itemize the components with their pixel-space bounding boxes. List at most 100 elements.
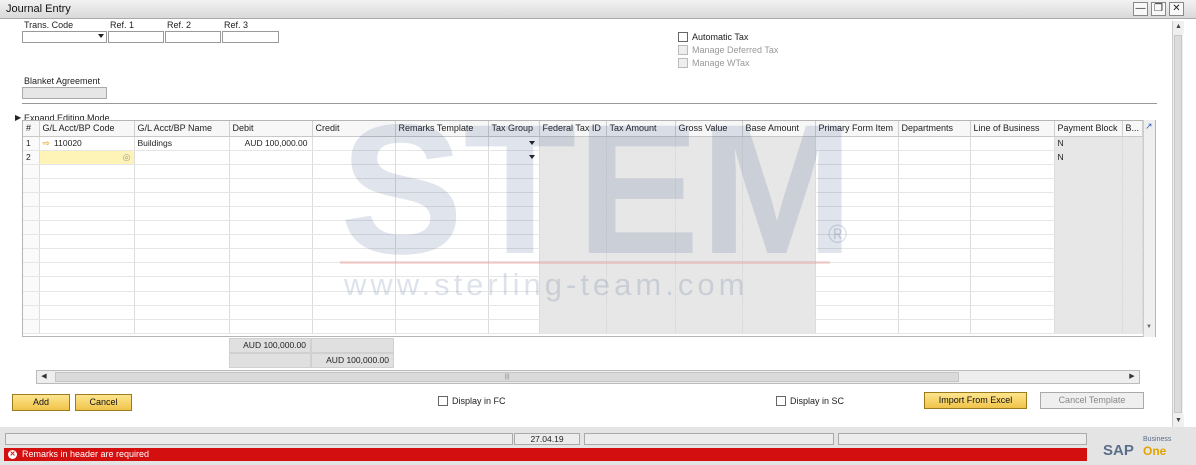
remarks-template-cell[interactable] — [395, 136, 489, 151]
gross-value-cell — [675, 136, 743, 151]
departments-cell[interactable] — [898, 136, 971, 151]
empty-cell — [23, 178, 40, 193]
link-arrow-icon[interactable]: ⇨ — [43, 138, 51, 148]
column-header[interactable]: Primary Form Item — [815, 121, 899, 137]
column-header[interactable]: Base Amount — [742, 121, 816, 137]
primary-form-item-cell[interactable] — [815, 150, 899, 165]
display-in-fc-checkbox[interactable] — [438, 396, 448, 406]
trans-code-dropdown[interactable] — [22, 31, 107, 43]
gl-name-cell[interactable]: Buildings — [134, 136, 230, 151]
blanket-agreement-field[interactable] — [22, 87, 107, 99]
empty-cell — [39, 220, 135, 236]
empty-cell — [815, 164, 899, 179]
expand-grid-icon[interactable]: ↗ — [1145, 121, 1154, 133]
gl-name-cell[interactable] — [134, 150, 230, 165]
empty-cell — [898, 319, 971, 334]
line-of-business-cell[interactable] — [970, 150, 1055, 165]
column-header[interactable]: # — [23, 121, 40, 137]
close-icon[interactable]: ✕ — [1169, 2, 1184, 16]
empty-cell — [395, 192, 489, 207]
column-header[interactable]: Tax Amount — [606, 121, 676, 137]
scrollbar-thumb[interactable]: ||| — [55, 372, 959, 382]
empty-cell — [970, 291, 1055, 306]
ref3-input[interactable] — [222, 31, 279, 43]
scroll-up-icon[interactable]: ▲ — [1173, 21, 1184, 33]
blanket-agreement-label: Blanket Agreement — [24, 76, 101, 86]
status-field — [584, 433, 834, 445]
b-cell — [1122, 150, 1143, 165]
column-header[interactable]: Federal Tax ID — [539, 121, 607, 137]
empty-cell — [134, 234, 230, 250]
empty-cell — [1054, 164, 1123, 179]
empty-cell — [898, 262, 971, 278]
debit-cell[interactable] — [229, 150, 313, 165]
departments-cell[interactable] — [898, 150, 971, 165]
display-in-sc-checkbox[interactable] — [776, 396, 786, 406]
column-header[interactable]: B... — [1122, 121, 1143, 137]
remarks-template-cell[interactable] — [395, 150, 489, 165]
column-header[interactable]: Departments — [898, 121, 971, 137]
payment-block-cell[interactable]: N — [1054, 136, 1123, 151]
gl-code-cell[interactable]: ⇨ 110020 — [39, 136, 135, 151]
table-row[interactable]: 1 ⇨ 110020 Buildings AUD 100,000.00 N — [23, 136, 1143, 151]
minimize-icon[interactable]: — — [1133, 2, 1148, 16]
empty-cell — [815, 262, 899, 278]
scrollbar-thumb[interactable] — [1174, 35, 1182, 413]
form-vertical-scrollbar[interactable]: ▲ ▼ — [1172, 21, 1184, 427]
chevron-down-icon[interactable] — [528, 140, 535, 145]
add-button[interactable]: Add — [12, 394, 70, 411]
payment-block-cell[interactable]: N — [1054, 150, 1123, 165]
expand-triangle-icon[interactable]: ▶ — [15, 113, 21, 122]
column-header[interactable]: Tax Group — [488, 121, 540, 137]
scroll-right-icon[interactable]: ▶ — [1125, 371, 1139, 383]
empty-cell — [23, 262, 40, 278]
empty-cell — [229, 248, 313, 264]
empty-cell — [815, 248, 899, 264]
table-row[interactable]: 2 ◎ N — [23, 150, 1143, 165]
ref1-input[interactable] — [108, 31, 164, 43]
grid-vertical-scrollbar[interactable]: ↗ ▼ — [1143, 120, 1155, 337]
scroll-left-icon[interactable]: ◀ — [37, 371, 51, 383]
credit-cell[interactable] — [312, 136, 396, 151]
choose-from-list-icon[interactable]: ◎ — [123, 152, 131, 163]
scroll-down-icon[interactable]: ▼ — [1173, 415, 1184, 427]
one-logo-text: One — [1143, 444, 1167, 458]
restore-icon[interactable]: ❐ — [1151, 2, 1166, 16]
error-message-bar[interactable]: ✕ Remarks in header are required — [4, 448, 1087, 461]
empty-cell — [898, 206, 971, 222]
column-header[interactable]: G/L Acct/BP Name — [134, 121, 230, 137]
tax-group-cell[interactable] — [488, 136, 540, 151]
journal-lines-grid: # G/L Acct/BP Code G/L Acct/BP Name Debi… — [22, 120, 1156, 337]
tax-group-cell[interactable] — [488, 150, 540, 165]
empty-cell — [229, 276, 313, 292]
automatic-tax-checkbox[interactable] — [678, 32, 688, 42]
empty-cell — [134, 305, 230, 320]
import-from-excel-button[interactable]: Import From Excel — [924, 392, 1027, 409]
chevron-down-icon[interactable] — [528, 154, 535, 159]
display-in-sc-label: Display in SC — [790, 396, 845, 406]
empty-cell — [742, 305, 816, 320]
column-header[interactable]: Payment Block — [1054, 121, 1123, 137]
debit-cell[interactable]: AUD 100,000.00 — [229, 136, 313, 151]
column-header[interactable]: G/L Acct/BP Code — [39, 121, 135, 137]
table-row — [23, 220, 1143, 236]
cancel-button[interactable]: Cancel — [75, 394, 132, 411]
column-header[interactable]: Debit — [229, 121, 313, 137]
scroll-down-icon[interactable]: ▼ — [1146, 324, 1152, 330]
ref2-input[interactable] — [165, 31, 221, 43]
gl-code-cell[interactable]: ◎ — [39, 150, 135, 165]
column-header[interactable]: Gross Value — [675, 121, 743, 137]
column-header[interactable]: Line of Business — [970, 121, 1055, 137]
line-of-business-cell[interactable] — [970, 136, 1055, 151]
status-field — [5, 433, 513, 445]
empty-cell — [539, 164, 607, 179]
manage-deferred-tax-checkbox — [678, 45, 688, 55]
column-header[interactable]: Credit — [312, 121, 396, 137]
empty-cell — [970, 248, 1055, 264]
primary-form-item-cell[interactable] — [815, 136, 899, 151]
grid-horizontal-scrollbar[interactable]: ◀ ||| ▶ — [36, 370, 1140, 384]
empty-cell — [1122, 206, 1143, 222]
credit-cell[interactable] — [312, 150, 396, 165]
empty-cell — [395, 262, 489, 278]
column-header[interactable]: Remarks Template — [395, 121, 489, 137]
